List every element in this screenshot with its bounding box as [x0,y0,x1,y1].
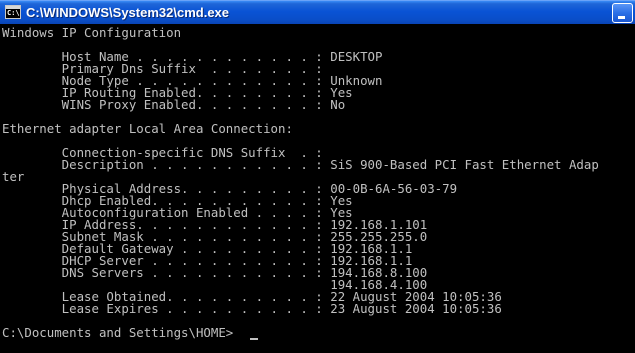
terminal-line: WINS Proxy Enabled. . . . . . . . : No [2,97,346,112]
minimize-icon [618,16,625,19]
minimize-button[interactable] [612,3,633,23]
terminal-line: Description . . . . . . . . . . . : SiS … [2,157,599,172]
console-output[interactable]: Windows IP Configuration Host Name . . .… [0,24,635,353]
text-cursor [250,338,258,340]
console-icon[interactable]: C:\ [5,5,21,19]
terminal-line: Lease Expires . . . . . . . . . . : 23 A… [2,301,502,316]
terminal-line: Windows IP Configuration [2,25,182,40]
cmd-window: C:\ C:\WINDOWS\System32\cmd.exe Windows … [0,0,635,353]
console-icon-prompt: C:\ [7,9,20,17]
command-prompt[interactable]: C:\Documents and Settings\HOME> [2,326,233,339]
window-title: C:\WINDOWS\System32\cmd.exe [26,5,230,20]
title-bar[interactable]: C:\ C:\WINDOWS\System32\cmd.exe [0,0,635,24]
terminal-line: Ethernet adapter Local Area Connection: [2,121,293,136]
